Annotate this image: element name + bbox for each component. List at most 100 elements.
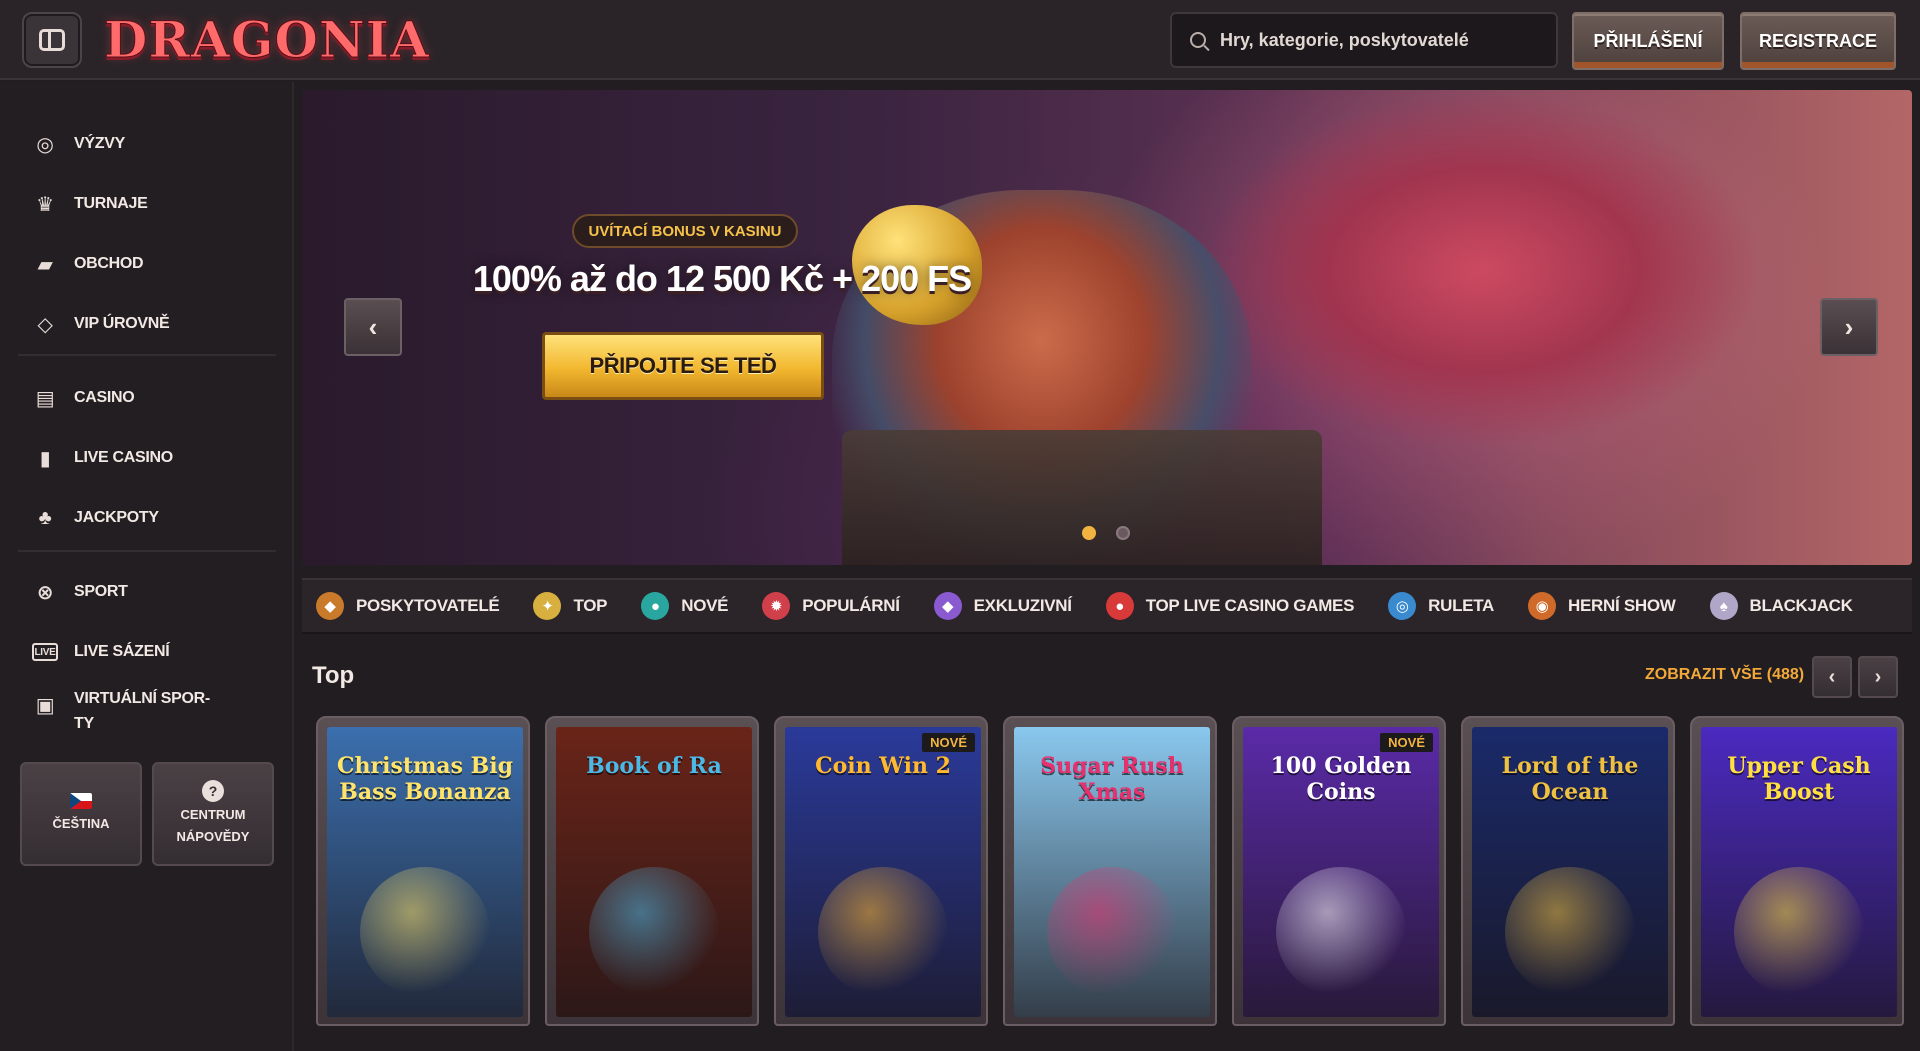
register-button[interactable]: REGISTRACE [1740,12,1896,70]
sidebar-item-vip[interactable]: ◇ VIP ÚROVNĚ [32,306,272,342]
sidebar-item-label: VIRTUÁLNÍ SPOR- TY [74,686,210,736]
sidebar-item-label-line2: TY [74,715,94,732]
help-center-button[interactable]: ? CENTRUM NÁPOVĚDY [152,762,274,866]
monitor-icon: ▣ [35,694,55,717]
game-tile[interactable]: Coin Win 2 NOVÉ [774,716,988,1026]
category-bar: ◆ POSKYTOVATELÉ ✦ TOP ● NOVÉ ✹ POPULÁRNÍ ◆ EXKLUZ… [302,578,1912,634]
help-label-1: CENTRUM [180,807,246,822]
category-tab[interactable]: ● NOVÉ [627,580,742,632]
hero-banner[interactable]: UVÍTACÍ BONUS V KASINU 100% až do 12 500… [302,90,1912,565]
sidebar-item-vyzvy[interactable]: ◎ VÝZVY [32,126,272,162]
sidebar-item-obchod[interactable]: ▰ OBCHOD [32,246,272,282]
section-next-button[interactable]: › [1858,656,1898,698]
game-title: Sugar Rush Xmas [1040,753,1184,805]
sidebar-item-turnaje[interactable]: ♛ TURNAJE [32,186,272,222]
category-tab[interactable]: ♠ BLACKJACK [1696,580,1867,632]
ball-icon: ⊗ [36,581,54,604]
category-label: EXKLUZIVNÍ [973,596,1072,615]
sidebar-item-live-sazeni[interactable]: LIVE LIVE SÁZENÍ [32,634,272,670]
category-icon: ◆ [316,592,344,620]
sidebar-item-label: TURNAJE [74,195,148,212]
join-now-button[interactable]: PŘIPOJTE SE TEĎ [542,332,824,400]
game-tile[interactable]: Lord of the Ocean [1461,716,1675,1026]
welcome-bonus-pill: UVÍTACÍ BONUS V KASINU [572,214,798,248]
category-icon: ✹ [762,592,791,620]
category-tab[interactable]: ◉ HERNÍ SHOW [1514,580,1690,632]
dragon-illustration [1202,90,1762,450]
sidebar-toggle-button[interactable] [22,12,82,68]
sidebar-item-virtualni-sporty[interactable]: ▣ VIRTUÁLNÍ SPOR- TY [32,686,272,736]
category-tab[interactable]: ◎ RULETA [1374,580,1508,632]
mine-cart-illustration [842,430,1322,565]
login-button[interactable]: PŘIHLÁŠENÍ [1572,12,1724,70]
category-icon: ♠ [1709,592,1738,620]
sidebar-item-label: VÝZVY [74,135,125,152]
basket-icon: ▰ [37,253,53,276]
category-tab[interactable]: ✹ POPULÁRNÍ [748,580,913,632]
game-title: Christmas Big Bass Bonanza [337,753,513,805]
sidebar-item-casino[interactable]: ▤ CASINO [32,380,272,416]
sidebar-item-sport[interactable]: ⊗ SPORT [32,574,272,610]
game-thumbnail: Lord of the Ocean [1472,727,1668,1017]
category-label: TOP [573,596,608,615]
sidebar-item-live-casino[interactable]: ▮ LIVE CASINO [32,440,272,476]
section-prev-button[interactable]: ‹ [1812,656,1852,698]
category-label: POPULÁRNÍ [802,596,900,615]
sidebar-item-label: LIVE CASINO [74,449,173,466]
category-tab[interactable]: ✦ TOP [519,580,621,632]
search-box[interactable] [1170,12,1558,68]
new-badge: NOVÉ [1380,733,1433,752]
sidebar-item-label-line1: VIRTUÁLNÍ SPOR- [74,690,210,707]
game-tiles-row: Christmas Big Bass Bonanza Book of Ra Coin… [316,716,1916,1026]
hero-prev-button[interactable]: ‹ [344,298,402,356]
category-icon: ◆ [933,592,962,620]
category-label: TOP LIVE CASINO GAMES [1145,596,1355,615]
hero-dot-1[interactable] [1082,526,1096,540]
language-label: ČEŠTINA [52,816,110,831]
game-artwork [1505,867,1635,997]
hero-title: 100% až do 12 500 Kč + 200 FS [472,258,972,299]
hero-next-button[interactable]: › [1820,298,1878,356]
sidebar-item-label: OBCHOD [74,255,144,272]
game-artwork [589,867,719,997]
sidebar-item-jackpoty[interactable]: ♣ JACKPOTY [32,500,272,536]
language-selector[interactable]: ČEŠTINA [20,762,142,866]
search-input[interactable] [1220,29,1540,51]
game-tile[interactable]: Upper Cash Boost [1690,716,1904,1026]
game-title: Lord of the Ocean [1501,753,1639,805]
chevron-right-icon: › [1874,665,1882,688]
game-tile[interactable]: Sugar Rush Xmas [1003,716,1217,1026]
game-title: 100 Golden Coins [1270,753,1412,805]
sidebar-item-label: LIVE SÁZENÍ [74,643,170,660]
trophy-icon: ♛ [36,193,54,216]
category-icon: ◉ [1528,592,1557,620]
category-tab[interactable]: ● TOP LIVE CASINO GAMES [1092,580,1368,632]
sidebar: ◎ VÝZVY ♛ TURNAJE ▰ OBCHOD ◇ VIP ÚROVNĚ … [0,82,294,1051]
category-label: BLACKJACK [1749,596,1853,615]
new-badge: NOVÉ [922,733,975,752]
diamond-icon: ◇ [37,313,53,336]
card-icon: ▮ [39,447,51,470]
clover-icon: ♣ [38,506,52,529]
slot-machine-icon: ▤ [35,387,55,410]
help-icon: ? [202,780,224,802]
sidebar-item-label: VIP ÚROVNĚ [74,315,170,332]
category-tab[interactable]: ◆ EXKLUZIVNÍ [920,580,1086,632]
section-title: Top [312,662,355,689]
game-thumbnail: Upper Cash Boost [1701,727,1897,1017]
game-thumbnail: Coin Win 2 NOVÉ [785,727,981,1017]
sidebar-divider [18,550,276,552]
game-tile[interactable]: 100 Golden Coins NOVÉ [1232,716,1446,1026]
category-tab[interactable]: ◆ POSKYTOVATELÉ [302,580,513,632]
sidebar-icon [39,29,65,51]
chevron-right-icon: › [1844,311,1854,342]
dragonia-logo[interactable]: DRAGONIA [104,10,430,70]
game-tile[interactable]: Christmas Big Bass Bonanza [316,716,530,1026]
game-artwork [1276,867,1406,997]
category-icon: ● [641,592,670,620]
category-icon: ◎ [1388,592,1417,620]
top-header: DRAGONIA PŘIHLÁŠENÍ REGISTRACE [0,0,1920,80]
show-all-link[interactable]: ZOBRAZIT VŠE (488) [1645,666,1804,684]
game-tile[interactable]: Book of Ra [545,716,759,1026]
hero-dot-2[interactable] [1116,526,1130,540]
